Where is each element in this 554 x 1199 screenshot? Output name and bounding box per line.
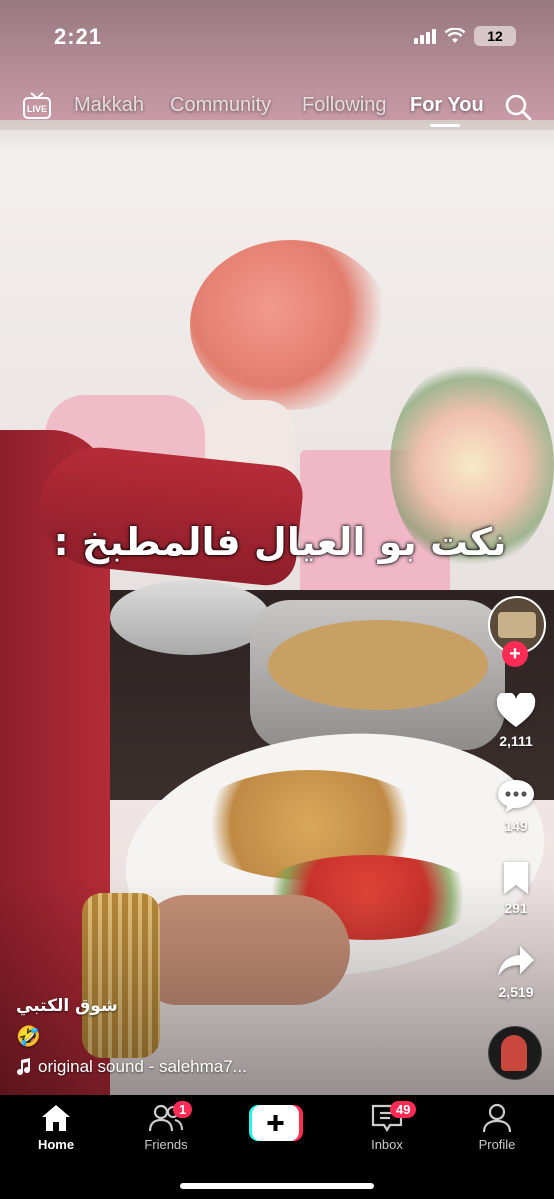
comment-icon bbox=[498, 780, 534, 812]
like-count: 2,111 bbox=[499, 733, 533, 749]
nav-profile-label: Profile bbox=[478, 1137, 516, 1152]
battery-icon: 12 bbox=[474, 26, 516, 46]
status-time: 2:21 bbox=[54, 24, 103, 49]
status-bar: 2:21 12 bbox=[0, 24, 554, 54]
nav-home-label: Home bbox=[37, 1137, 75, 1152]
home-indicator bbox=[180, 1183, 374, 1189]
nav-friends[interactable]: Friends 1 bbox=[121, 1101, 211, 1152]
sound-link[interactable]: original sound - salehma7... bbox=[16, 1057, 416, 1077]
friends-badge: 1 bbox=[173, 1101, 193, 1118]
bookmark-icon bbox=[504, 862, 528, 894]
creator-username[interactable]: شوق الكتبي bbox=[16, 996, 416, 1016]
heart-icon bbox=[496, 693, 536, 727]
nav-inbox[interactable]: Inbox 49 bbox=[342, 1101, 432, 1152]
active-tab-indicator bbox=[430, 124, 460, 127]
video-text-overlay: نكت بو العيال فالمطبخ : bbox=[53, 520, 507, 564]
wifi-icon bbox=[444, 28, 466, 43]
inbox-badge: 49 bbox=[390, 1101, 417, 1118]
share-icon bbox=[498, 946, 534, 976]
live-icon[interactable]: LIVE bbox=[22, 92, 52, 120]
nav-home[interactable]: Home bbox=[11, 1103, 101, 1152]
tab-community[interactable]: Community bbox=[170, 94, 271, 117]
top-nav: LIVE Makkah Community Following For You bbox=[0, 90, 554, 127]
nav-friends-label: Friends bbox=[144, 1137, 188, 1152]
share-count: 2,519 bbox=[498, 984, 534, 1000]
search-icon[interactable] bbox=[503, 92, 533, 122]
caption-text: 🤣 bbox=[16, 1026, 41, 1048]
nav-profile[interactable]: Profile bbox=[452, 1103, 542, 1152]
create-icon[interactable] bbox=[249, 1105, 303, 1141]
home-icon bbox=[42, 1105, 70, 1131]
nav-inbox-label: Inbox bbox=[371, 1137, 403, 1152]
profile-icon bbox=[482, 1103, 512, 1133]
music-note-icon bbox=[17, 1058, 31, 1076]
sound-disc[interactable] bbox=[488, 1026, 542, 1080]
live-label: LIVE bbox=[27, 104, 47, 114]
video-description: شوق الكتبي 🤣 original sound - salehma7..… bbox=[16, 996, 416, 1077]
save-count: 291 bbox=[504, 900, 528, 916]
comment-button[interactable]: 149 bbox=[486, 778, 546, 834]
tab-makkah[interactable]: Makkah bbox=[74, 94, 144, 117]
status-icons: 12 bbox=[414, 26, 516, 46]
follow-button[interactable]: + bbox=[502, 641, 528, 667]
comment-count: 149 bbox=[504, 818, 528, 834]
battery-level: 12 bbox=[487, 28, 503, 44]
tab-for-you[interactable]: For You bbox=[410, 94, 484, 117]
bookmark-button[interactable]: 291 bbox=[486, 860, 546, 916]
sound-name: original sound - salehma7... bbox=[38, 1057, 247, 1076]
signal-icon bbox=[414, 28, 436, 44]
tab-following[interactable]: Following bbox=[302, 94, 386, 117]
like-button[interactable]: 2,111 bbox=[486, 693, 546, 749]
share-button[interactable]: 2,519 bbox=[486, 944, 546, 1000]
